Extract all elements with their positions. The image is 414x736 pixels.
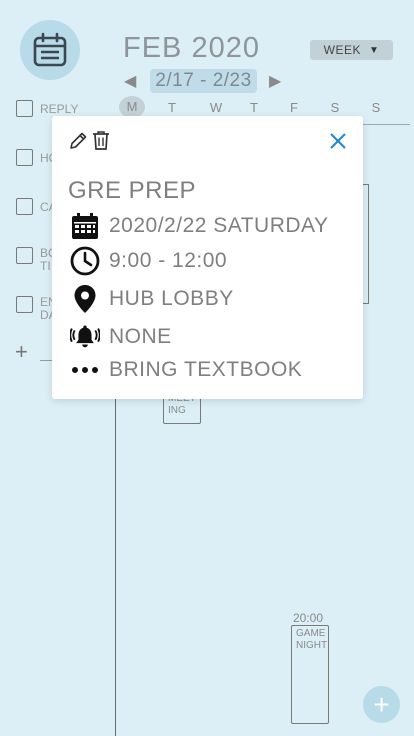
map-pin-icon [74, 285, 96, 313]
event-reminder-row: NONE [70, 322, 172, 352]
bell-ringing-icon [70, 325, 100, 348]
plus-icon: + [15, 339, 28, 364]
view-mode-select[interactable]: WEEK ▼ [310, 40, 393, 60]
event-title: GRE PREP [68, 177, 197, 204]
close-icon[interactable] [329, 132, 347, 150]
view-mode-label: WEEK [323, 43, 361, 57]
event-time-row: 9:00 - 12:00 [70, 246, 227, 276]
plus-icon: + [373, 688, 390, 720]
todo-checkbox[interactable] [16, 198, 33, 215]
pencil-icon[interactable] [68, 131, 88, 151]
add-event-button[interactable]: + [363, 686, 400, 723]
event-reminder: NONE [109, 325, 172, 348]
day-header-tue[interactable]: T [162, 100, 182, 115]
triangle-right-icon: ▶ [269, 73, 282, 90]
event-location: HUB LOBBY [109, 287, 234, 310]
month-title: FEB 2020 [123, 32, 260, 64]
todo-checkbox[interactable] [16, 149, 33, 166]
day-header-thu[interactable]: T [244, 100, 264, 115]
week-range[interactable]: 2/17 - 2/23 [150, 69, 257, 93]
trash-icon[interactable] [92, 130, 110, 151]
todo-label: REPLY [40, 102, 79, 116]
clock-icon [70, 246, 100, 276]
prev-week-button[interactable]: ◀ [124, 71, 136, 91]
event-time: 9:00 - 12:00 [109, 249, 228, 272]
calendar-icon [33, 32, 67, 67]
event-notes: BRING TEXTBOOK [109, 358, 303, 381]
event-notes-row: BRING TEXTBOOK [70, 355, 302, 385]
event-game-night[interactable]: GAME NIGHT [291, 625, 329, 724]
todo-checkbox[interactable] [16, 247, 33, 264]
todo-checkbox[interactable] [16, 296, 33, 313]
next-week-button[interactable]: ▶ [269, 71, 281, 91]
app-logo[interactable] [20, 20, 80, 80]
event-time-label: 20:00 [293, 611, 324, 625]
day-header-mon[interactable]: M [119, 96, 145, 118]
day-header-wed[interactable]: W [206, 100, 226, 115]
event-location-row: HUB LOBBY [70, 284, 234, 314]
add-task-button[interactable]: + [15, 339, 28, 365]
triangle-left-icon: ◀ [124, 73, 137, 90]
todo-checkbox[interactable] [16, 100, 33, 117]
day-header-sun[interactable]: S [366, 100, 386, 115]
event-detail-popup: GRE PREP 2020/2/22 SATURDAY 9:00 - 12:00… [52, 116, 363, 399]
event-date-row: 2020/2/22 SATURDAY [70, 211, 329, 241]
more-dots-icon [72, 367, 98, 373]
calendar-icon [72, 213, 98, 239]
day-header-fri[interactable]: F [284, 100, 304, 115]
event-date: 2020/2/22 SATURDAY [109, 214, 329, 237]
day-header-sat[interactable]: S [325, 100, 345, 115]
caret-down-icon: ▼ [368, 44, 380, 56]
todo-item[interactable]: REPLY [16, 100, 100, 117]
